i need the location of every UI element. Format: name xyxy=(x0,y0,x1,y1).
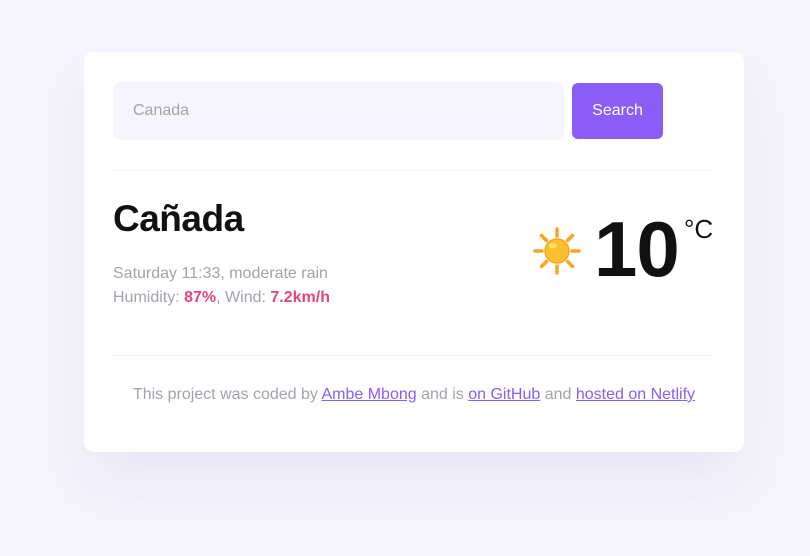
humidity-wind-line: Humidity: 87%, Wind: 7.2km/h xyxy=(113,286,330,310)
footer-text: and is xyxy=(416,386,469,403)
sun-icon xyxy=(532,226,582,276)
netlify-link[interactable]: hosted on Netlify xyxy=(576,386,695,403)
current-temperature: 10 °C xyxy=(532,202,722,302)
footer-text: This project was coded by xyxy=(132,386,322,403)
city-name: Cañada xyxy=(113,198,244,239)
search-form: Search xyxy=(113,82,713,140)
temperature-value: 10 xyxy=(594,205,680,293)
divider xyxy=(113,170,713,171)
humidity-label: Humidity: xyxy=(113,289,185,306)
wind-value: 7.2km/h xyxy=(270,289,330,306)
github-link[interactable]: on GitHub xyxy=(468,386,540,403)
weather-card: Search Cañada Saturday 11:33, moderate r… xyxy=(84,52,744,452)
humidity-value: 87% xyxy=(184,289,217,306)
temperature-unit[interactable]: °C xyxy=(684,214,713,245)
weather-details: Saturday 11:33, moderate rain Humidity: … xyxy=(113,262,330,310)
divider xyxy=(113,355,713,356)
footer: This project was coded by Ambe Mbong and… xyxy=(84,386,744,404)
wind-label: , Wind: xyxy=(216,289,271,306)
footer-text: and xyxy=(540,386,576,403)
datetime-condition: Saturday 11:33, moderate rain xyxy=(113,265,328,282)
search-button[interactable]: Search xyxy=(572,83,663,139)
search-input[interactable] xyxy=(113,82,564,140)
author-link[interactable]: Ambe Mbong xyxy=(321,386,416,403)
